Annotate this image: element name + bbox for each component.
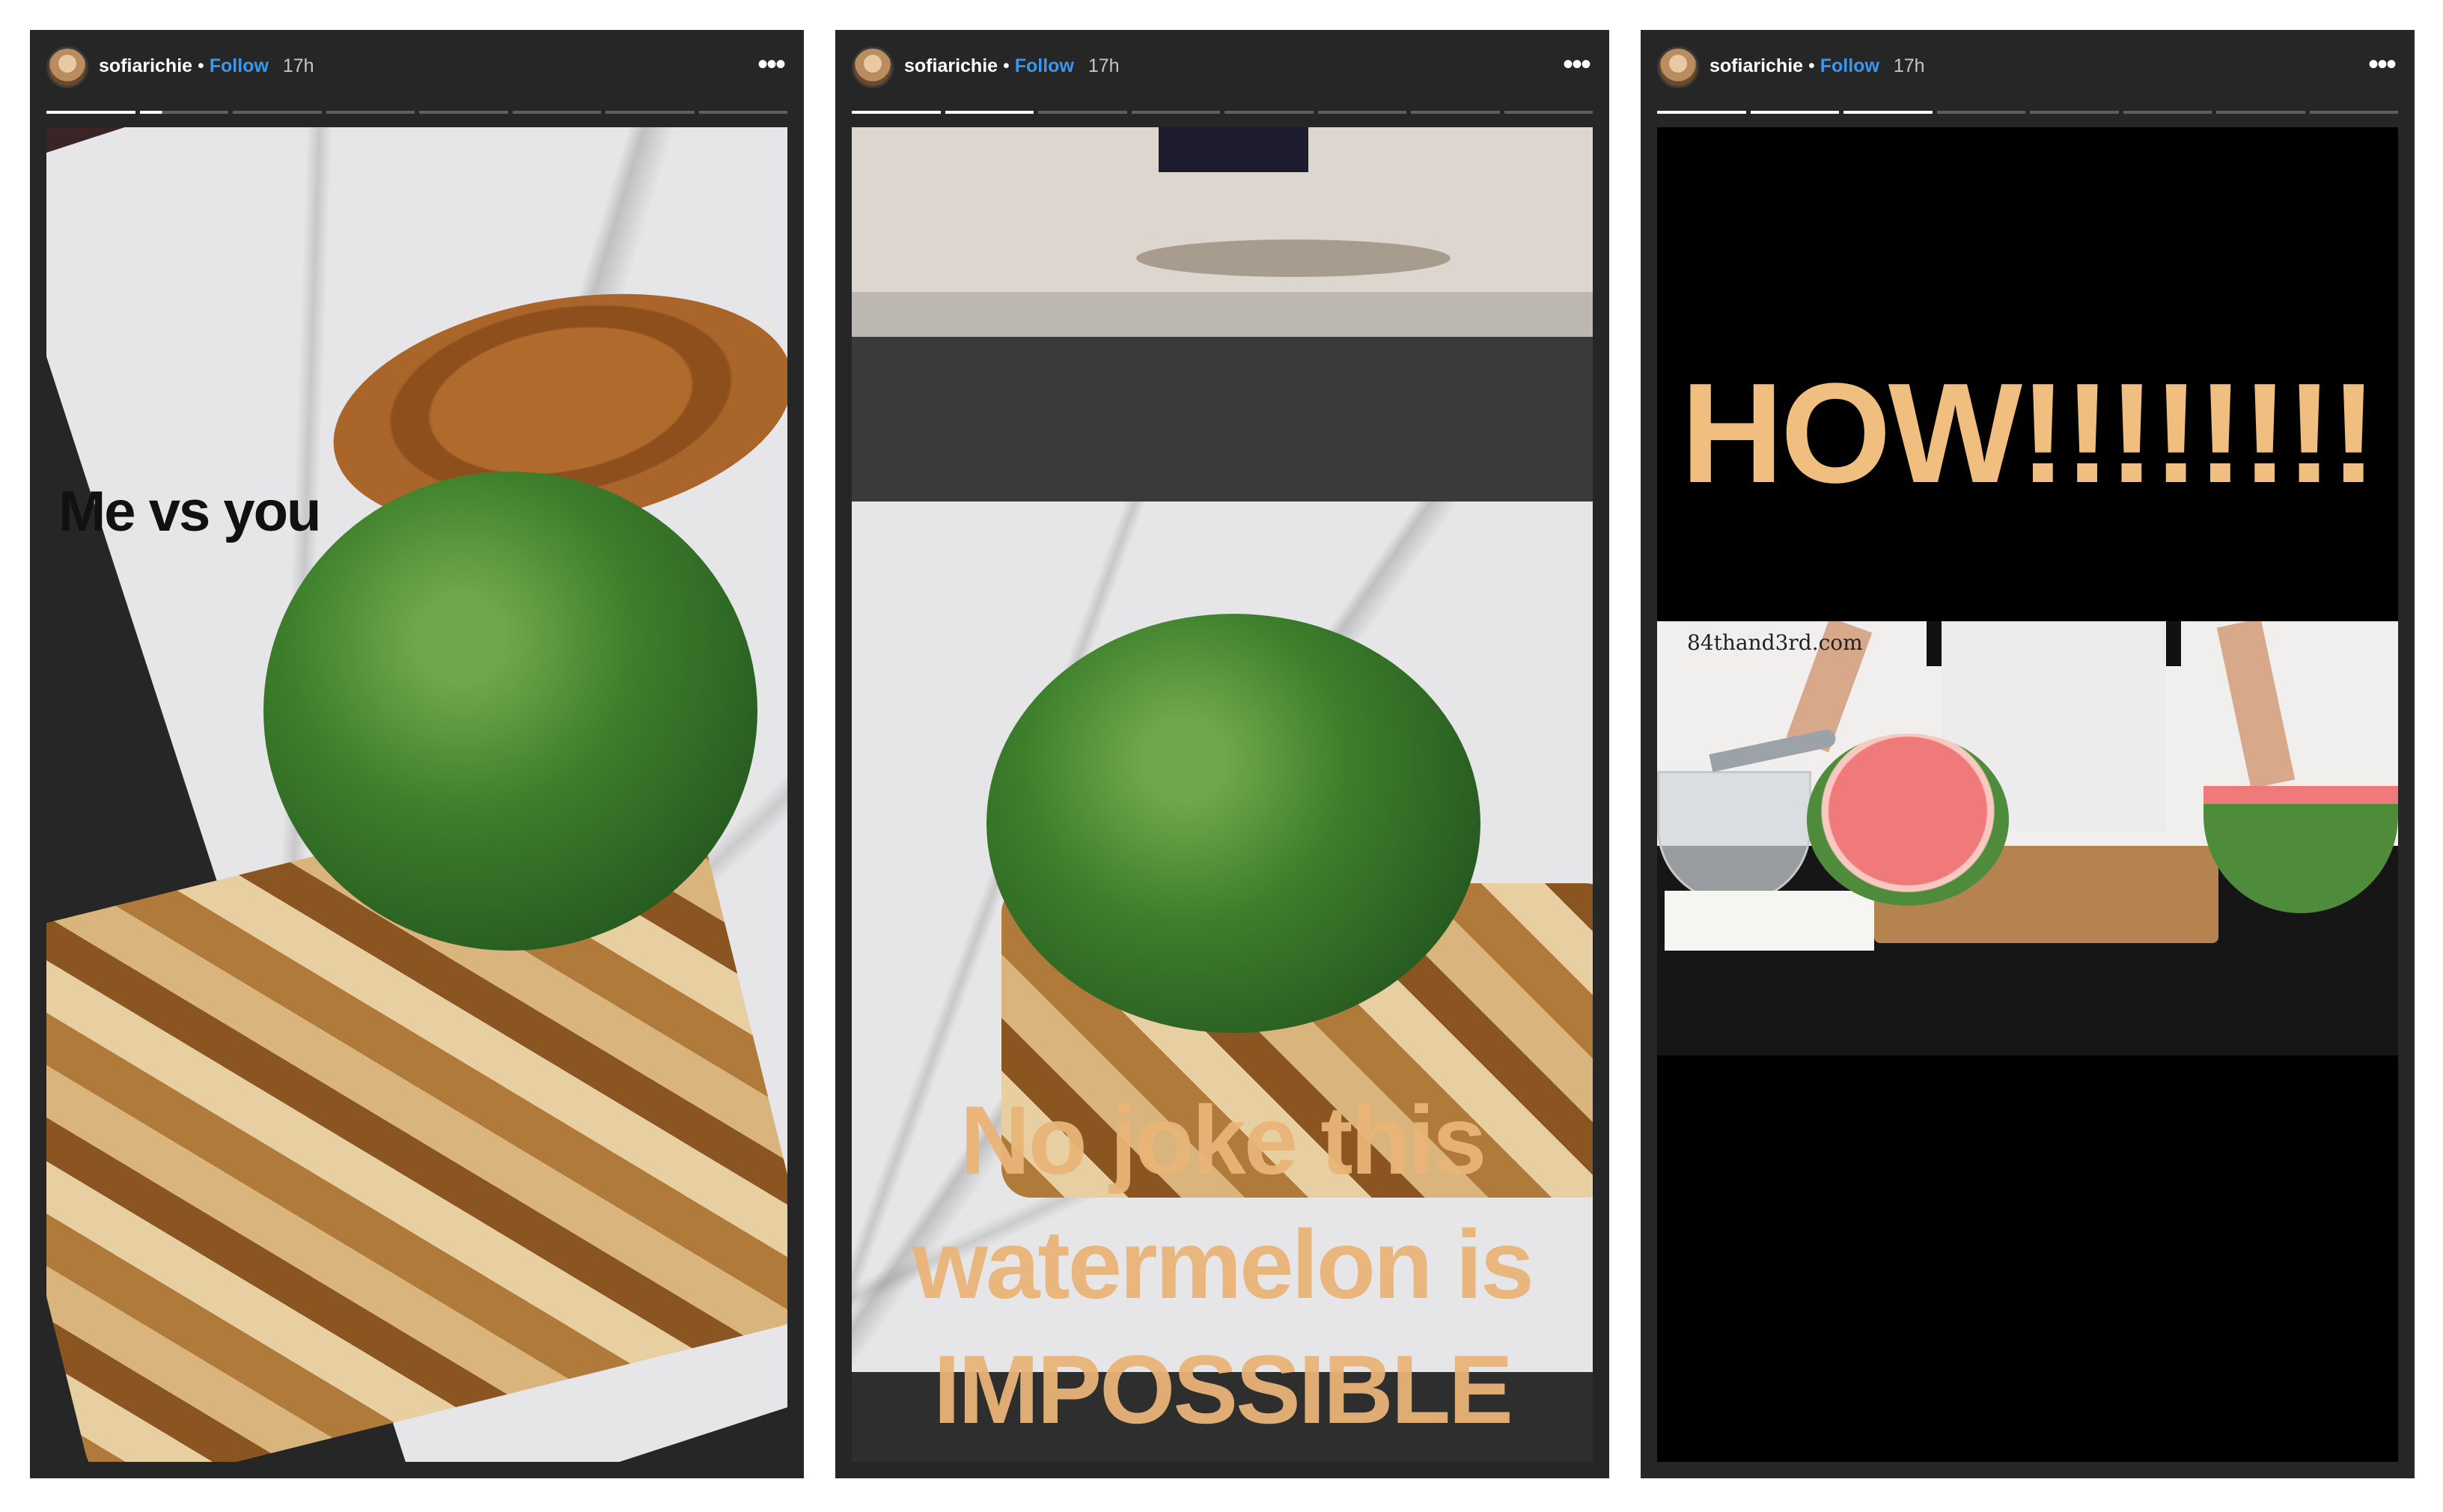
story-media[interactable]: Me vs you: [46, 127, 787, 1462]
story-meta: sofiarichie • Follow 17h: [1710, 55, 1925, 77]
story-progress-bars: [46, 111, 787, 114]
avatar[interactable]: [852, 46, 894, 88]
watermelon: [263, 472, 757, 951]
caption-line: No joke this: [960, 1085, 1487, 1195]
separator-dot: •: [198, 55, 204, 76]
username-link[interactable]: sofiarichie: [1710, 55, 1803, 76]
story-meta: sofiarichie • Follow 17h: [904, 55, 1120, 77]
progress-segment: [698, 111, 787, 114]
story-caption: Me vs you: [58, 480, 321, 543]
progress-segment: [1936, 111, 2025, 114]
story-header: sofiarichie • Follow 17h •••: [835, 30, 1609, 120]
separator-dot: •: [1003, 55, 1010, 76]
story-header: sofiarichie • Follow 17h •••: [30, 30, 804, 120]
avatar[interactable]: [1657, 46, 1699, 88]
progress-segment: [1131, 111, 1220, 114]
progress-segment: [2123, 111, 2212, 114]
story-panel-1[interactable]: sofiarichie • Follow 17h ••• Me vs you: [30, 30, 804, 1478]
avatar[interactable]: [46, 46, 88, 88]
video-watermark: 84thand3rd.com: [1687, 630, 1863, 655]
dining-table: [1136, 240, 1451, 277]
watermelon-half: [1807, 734, 2009, 906]
progress-segment: [1843, 111, 1933, 114]
story-caption: No joke this watermelon is IMPOSSIBLE: [852, 1078, 1593, 1451]
progress-segment: [1750, 111, 1839, 114]
username-link[interactable]: sofiarichie: [99, 55, 192, 76]
person-arm: [2216, 621, 2296, 789]
follow-button[interactable]: Follow: [1015, 55, 1074, 76]
separator-dot: •: [1808, 55, 1815, 76]
progress-segment: [606, 111, 695, 114]
more-dots-icon[interactable]: •••: [2368, 49, 2397, 79]
progress-segment: [233, 111, 322, 114]
knife: [1709, 728, 1837, 772]
more-dots-icon[interactable]: •••: [1563, 49, 1591, 79]
caption-line: IMPOSSIBLE: [933, 1334, 1513, 1444]
more-dots-icon[interactable]: •••: [757, 49, 786, 79]
story-header: sofiarichie • Follow 17h •••: [1641, 30, 2415, 120]
story-progress-bars: [852, 111, 1593, 114]
progress-segment: [1657, 111, 1746, 114]
progress-segment: [1411, 111, 1500, 114]
timestamp: 17h: [282, 55, 314, 76]
story-media[interactable]: HOW!!!!!!!! 84thand3rd.com: [1657, 127, 2398, 1462]
television: [1159, 127, 1308, 172]
embedded-video[interactable]: 84thand3rd.com: [1657, 621, 2398, 1055]
timestamp: 17h: [1893, 55, 1925, 76]
island-countertop: [852, 292, 1593, 337]
caption-line: watermelon is: [912, 1210, 1534, 1320]
progress-segment: [1317, 111, 1406, 114]
progress-segment: [46, 111, 135, 114]
follow-button[interactable]: Follow: [210, 55, 269, 76]
story-progress-bars: [1657, 111, 2398, 114]
progress-segment: [1504, 111, 1593, 114]
story-media[interactable]: No joke this watermelon is IMPOSSIBLE: [852, 127, 1593, 1462]
progress-segment: [1038, 111, 1127, 114]
story-panel-3[interactable]: sofiarichie • Follow 17h ••• HOW!!!!!!!!: [1641, 30, 2415, 1478]
progress-segment: [1224, 111, 1314, 114]
progress-segment: [852, 111, 941, 114]
progress-segment: [2309, 111, 2398, 114]
watermelon: [986, 614, 1480, 1033]
progress-segment: [2030, 111, 2119, 114]
progress-segment: [945, 111, 1034, 114]
towel: [1665, 891, 1874, 951]
story-caption: HOW!!!!!!!!: [1680, 354, 2378, 513]
story-meta: sofiarichie • Follow 17h: [99, 55, 314, 77]
story-panel-2[interactable]: sofiarichie • Follow 17h ••• No joke thi…: [835, 30, 1609, 1478]
progress-segment: [419, 111, 508, 114]
timestamp: 17h: [1088, 55, 1120, 76]
follow-button[interactable]: Follow: [1820, 55, 1879, 76]
username-link[interactable]: sofiarichie: [904, 55, 998, 76]
progress-segment: [139, 111, 228, 114]
progress-segment: [512, 111, 601, 114]
progress-segment: [2216, 111, 2305, 114]
progress-segment: [326, 111, 415, 114]
